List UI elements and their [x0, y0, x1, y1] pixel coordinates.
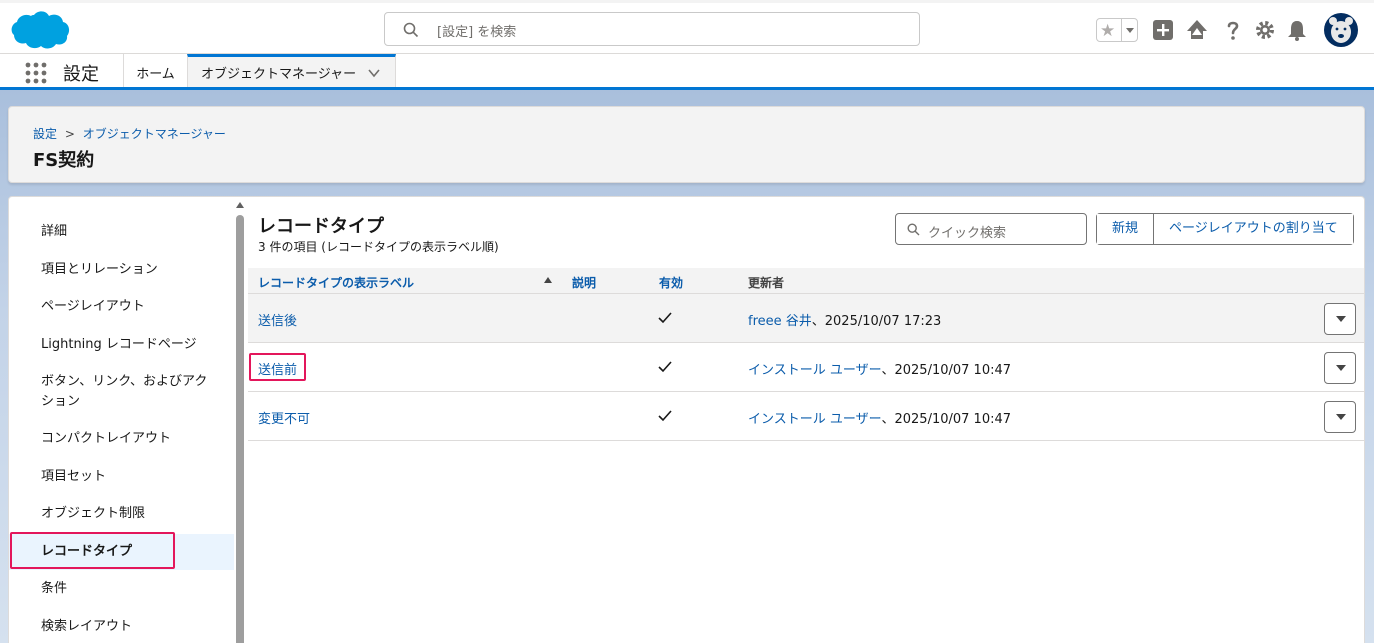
chevron-down-icon: [1336, 414, 1346, 420]
app-navigation-bar: 設定 ホーム オブジェクトマネージャー: [0, 54, 1374, 90]
sidebar-item-label: 検索レイアウト: [41, 619, 133, 634]
tab-object-manager[interactable]: オブジェクトマネージャー: [187, 54, 396, 87]
sidebar-item-details[interactable]: 詳細: [9, 222, 234, 242]
favorites-button[interactable]: ★: [1096, 18, 1138, 42]
sidebar-item-label: オブジェクト制限: [41, 506, 146, 521]
table-header: レコードタイプの表示ラベル 説明 有効 更新者: [248, 268, 1364, 294]
record-type-link[interactable]: 送信後: [258, 314, 297, 329]
app-launcher-icon[interactable]: [24, 61, 48, 85]
column-header-label[interactable]: レコードタイプの表示ラベル: [258, 274, 414, 291]
sidebar-item-label-cont: ション: [41, 394, 81, 409]
help-icon[interactable]: [1221, 18, 1245, 42]
breadcrumb: 設定 > オブジェクトマネージャー: [33, 125, 226, 142]
section-title: レコードタイプ: [258, 216, 384, 237]
main-content-card: 詳細 項目とリレーション ページレイアウト Lightning レコードページ …: [8, 196, 1365, 643]
chevron-down-icon: [1336, 365, 1346, 371]
quick-search-input[interactable]: クイック検索: [895, 213, 1087, 245]
sidebar-item-fields[interactable]: 項目とリレーション: [9, 260, 234, 280]
sidebar-item-buttons-links[interactable]: ボタン、リンク、およびアク ション: [9, 372, 234, 412]
gear-icon[interactable]: [1253, 18, 1277, 42]
global-search-input[interactable]: [設定] を検索: [384, 12, 920, 46]
app-name: 設定: [63, 64, 99, 85]
tab-home-label: ホーム: [136, 67, 175, 82]
trailhead-icon[interactable]: [1185, 18, 1209, 42]
sidebar-item-lightning-pages[interactable]: Lightning レコードページ: [9, 335, 234, 355]
user-avatar-icon: [1324, 13, 1358, 47]
section-subtitle: 3 件の項目 (レコードタイプの表示ラベル順): [258, 240, 499, 254]
highlight-outline: [249, 353, 306, 381]
column-header-modified-by[interactable]: 更新者: [748, 274, 784, 291]
tab-object-manager-label: オブジェクトマネージャー: [201, 67, 357, 82]
row-actions-button[interactable]: [1324, 352, 1356, 384]
modified-by-user-link[interactable]: インストール ユーザー: [748, 412, 881, 427]
favorites-dropdown[interactable]: [1121, 19, 1137, 41]
search-icon: [403, 22, 419, 38]
chevron-down-icon: [1126, 28, 1134, 33]
chevron-down-icon: [1336, 316, 1346, 322]
sidebar-item-compact-layouts[interactable]: コンパクトレイアウト: [9, 429, 234, 449]
sidebar-item-label: コンパクトレイアウト: [41, 431, 172, 446]
modified-date: 、2025/10/07 17:23: [811, 314, 942, 329]
tab-home[interactable]: ホーム: [123, 54, 187, 87]
checkmark-icon: [658, 410, 672, 422]
modified-date: 、2025/10/07 10:47: [881, 363, 1012, 378]
action-button-group: 新規 ページレイアウトの割り当て: [1096, 213, 1354, 245]
sidebar-item-label: 項目セット: [41, 469, 107, 484]
checkmark-icon: [658, 361, 672, 373]
row-actions-button[interactable]: [1324, 303, 1356, 335]
sidebar-item-label: 条件: [41, 581, 68, 596]
record-type-link[interactable]: 変更不可: [258, 412, 310, 427]
sidebar-item-label: 詳細: [41, 224, 68, 239]
star-icon: ★: [1100, 21, 1116, 41]
table-row: 送信後 freee 谷井、2025/10/07 17:23: [248, 294, 1364, 343]
quick-search-placeholder: クイック検索: [928, 226, 1007, 241]
record-types-panel: レコードタイプ 3 件の項目 (レコードタイプの表示ラベル順) クイック検索 新…: [248, 197, 1364, 643]
sidebar-item-label: ページレイアウト: [41, 299, 145, 314]
chevron-down-icon[interactable]: [367, 66, 381, 80]
table-row: 送信前 インストール ユーザー、2025/10/07 10:47: [248, 343, 1364, 392]
sidebar-item-label: Lightning レコードページ: [41, 337, 197, 352]
modified-date: 、2025/10/07 10:47: [881, 412, 1012, 427]
sidebar-item-object-limits[interactable]: オブジェクト制限: [9, 504, 234, 524]
scrollbar-thumb[interactable]: [236, 215, 244, 643]
global-header: [設定] を検索 ★: [0, 0, 1374, 54]
sidebar-item-restriction-rules[interactable]: 条件: [9, 579, 234, 599]
search-icon: [907, 223, 920, 236]
sidebar-item-field-sets[interactable]: 項目セット: [9, 467, 234, 487]
checkmark-icon: [658, 312, 672, 324]
highlight-outline: [10, 532, 175, 569]
breadcrumb-setup-link[interactable]: 設定: [33, 127, 57, 141]
column-header-active[interactable]: 有効: [659, 274, 683, 291]
assign-page-layout-button[interactable]: ページレイアウトの割り当て: [1153, 214, 1353, 244]
sidebar-item-label: ボタン、リンク、およびアク: [41, 374, 208, 389]
row-actions-button[interactable]: [1324, 401, 1356, 433]
modified-by-user-link[interactable]: インストール ユーザー: [748, 363, 881, 378]
breadcrumb-object-manager-link[interactable]: オブジェクトマネージャー: [83, 127, 226, 141]
breadcrumb-separator: >: [64, 127, 75, 141]
search-placeholder: [設定] を検索: [437, 25, 517, 40]
sort-ascending-icon[interactable]: [543, 276, 553, 284]
new-button[interactable]: 新規: [1097, 214, 1154, 244]
salesforce-logo-icon[interactable]: [10, 9, 70, 51]
page-title: FS契約: [33, 150, 95, 171]
avatar[interactable]: [1323, 12, 1359, 48]
page-header: 設定 > オブジェクトマネージャー FS契約: [8, 106, 1365, 183]
column-header-description[interactable]: 説明: [572, 274, 596, 291]
object-sidebar: 詳細 項目とリレーション ページレイアウト Lightning レコードページ …: [9, 197, 239, 643]
sidebar-scrollbar[interactable]: [235, 197, 245, 643]
sidebar-item-search-layouts[interactable]: 検索レイアウト: [9, 617, 234, 637]
sidebar-item-page-layouts[interactable]: ページレイアウト: [9, 297, 234, 317]
modified-by-user-link[interactable]: freee 谷井: [748, 314, 812, 329]
bell-icon[interactable]: [1285, 18, 1309, 42]
add-icon[interactable]: [1151, 18, 1175, 42]
scroll-up-icon[interactable]: [235, 200, 245, 210]
table-row: 変更不可 インストール ユーザー、2025/10/07 10:47: [248, 392, 1364, 441]
sidebar-item-label: 項目とリレーション: [41, 262, 158, 277]
